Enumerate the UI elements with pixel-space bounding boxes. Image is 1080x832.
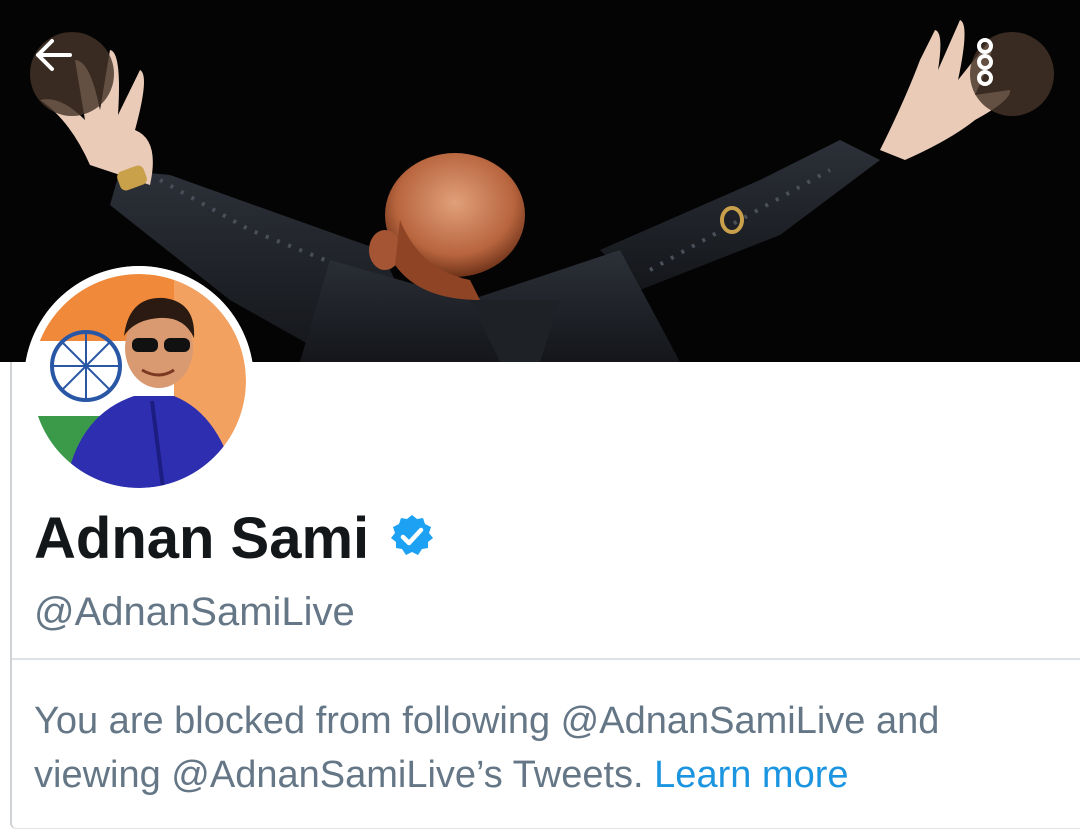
learn-more-link[interactable]: Learn more [654,754,848,796]
divider [12,658,1080,660]
more-options-button[interactable] [970,32,1054,116]
avatar[interactable] [24,266,254,496]
profile-handle: @AdnanSamiLive [34,590,355,634]
avatar-photo [24,266,254,496]
verified-badge-icon [369,513,435,564]
back-button[interactable] [30,32,114,116]
blocked-notice: You are blocked from following @AdnanSam… [34,694,1054,802]
profile-name-row: Adnan Sami [34,500,435,576]
profile-name: Adnan Sami [34,505,370,571]
